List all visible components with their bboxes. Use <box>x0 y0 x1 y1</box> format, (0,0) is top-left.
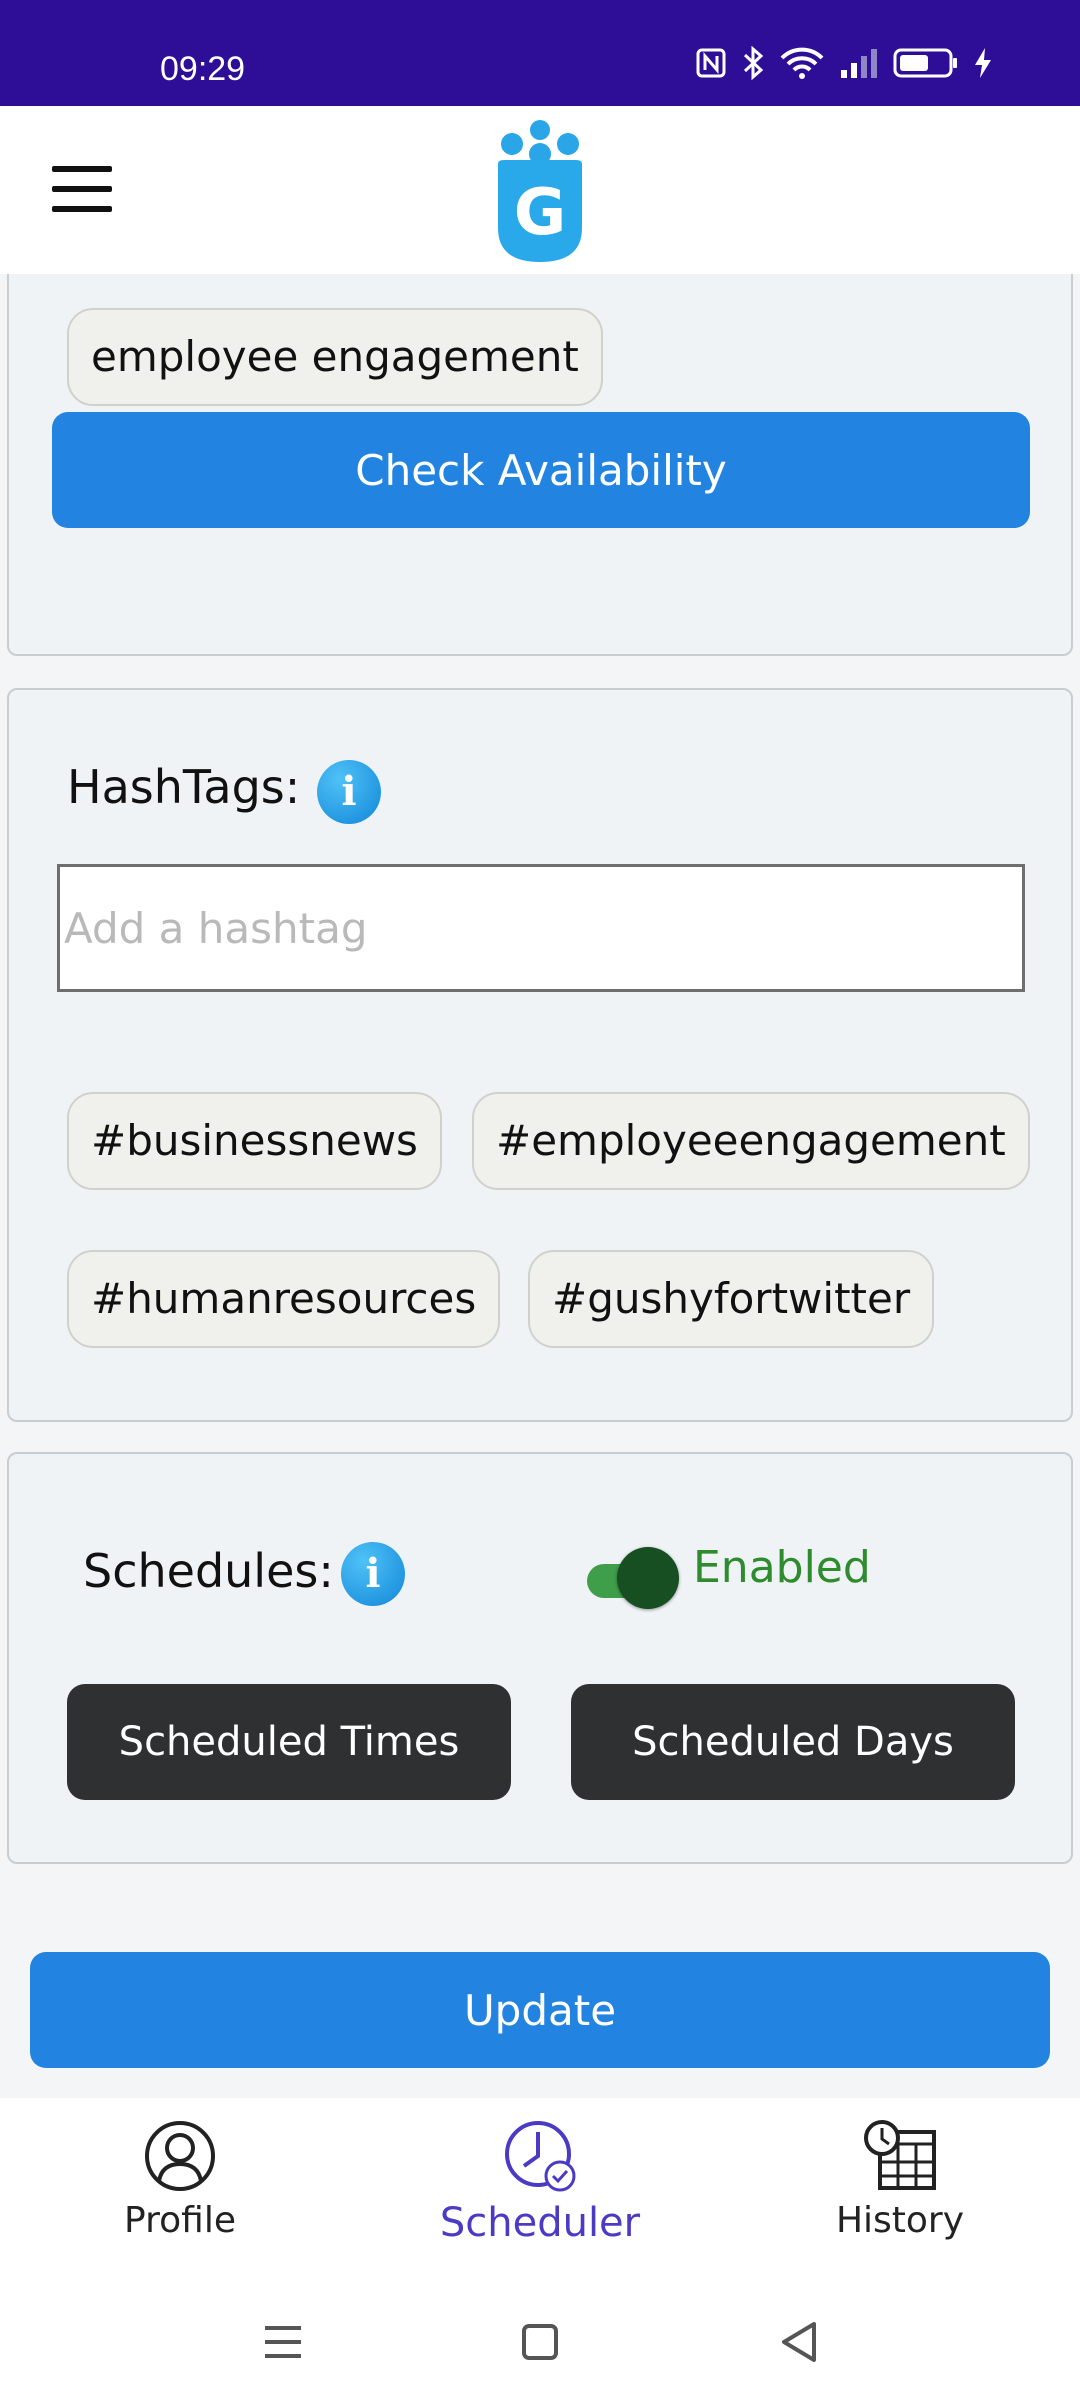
battery-icon <box>893 48 957 78</box>
nav-label-profile: Profile <box>124 2200 236 2241</box>
scheduled-times-button[interactable]: Scheduled Times <box>67 1684 511 1800</box>
nav-profile[interactable]: Profile <box>50 2118 310 2268</box>
status-bar: 09:29 <box>0 0 1080 106</box>
hashtag-input[interactable] <box>57 864 1025 992</box>
hashtag-chip[interactable]: #employeeengagement <box>472 1092 1030 1190</box>
toggle-knob <box>617 1547 679 1609</box>
logo-letter: G <box>514 176 567 250</box>
scheduler-clock-icon <box>505 2121 576 2192</box>
update-button[interactable]: Update <box>30 1952 1050 2068</box>
system-nav-bar <box>0 2282 1080 2400</box>
keyword-chip[interactable]: employee engagement <box>67 308 603 406</box>
main-content[interactable]: employee engagement Check Availability H… <box>0 274 1080 2098</box>
hashtags-label: HashTags: <box>67 760 301 814</box>
home-square-icon[interactable] <box>510 2312 570 2372</box>
nav-label-history: History <box>835 2200 965 2241</box>
hashtags-info-icon[interactable]: i <box>317 760 381 824</box>
schedules-label: Schedules: <box>83 1544 334 1598</box>
app-logo: G <box>498 120 582 262</box>
hashtags-card: HashTags: i #businessnews #employeeengag… <box>7 688 1073 1422</box>
hashtag-chip[interactable]: #humanresources <box>67 1250 501 1348</box>
nav-label-scheduler: Scheduler <box>439 2200 641 2246</box>
bluetooth-icon <box>743 46 764 80</box>
nav-scheduler[interactable]: Scheduler <box>410 2118 670 2268</box>
history-calendar-icon <box>864 2120 936 2190</box>
wifi-icon <box>780 47 824 79</box>
bottom-nav: Profile Scheduler History <box>0 2098 1080 2282</box>
back-triangle-icon[interactable] <box>770 2312 830 2372</box>
schedules-card: Schedules: i Enabled Scheduled Times Sch… <box>7 1452 1073 1864</box>
app-header: G <box>0 106 1080 274</box>
nav-history[interactable]: History <box>770 2118 1030 2268</box>
signal-icon <box>841 49 877 78</box>
profile-icon <box>145 2121 215 2191</box>
hashtag-chip[interactable]: #businessnews <box>67 1092 442 1190</box>
hashtag-chip[interactable]: #gushyfortwitter <box>528 1250 935 1348</box>
status-time: 09:29 <box>160 50 246 88</box>
hamburger-menu-icon[interactable] <box>52 166 112 212</box>
charging-icon <box>975 48 991 78</box>
schedules-info-icon[interactable]: i <box>341 1542 405 1606</box>
nfc-icon <box>696 48 726 78</box>
scheduled-days-button[interactable]: Scheduled Days <box>571 1684 1015 1800</box>
keywords-card: employee engagement Check Availability <box>7 274 1073 656</box>
status-icons <box>695 46 993 80</box>
recents-menu-icon[interactable] <box>253 2312 313 2372</box>
toggle-status-label: Enabled <box>693 1542 871 1593</box>
check-availability-button[interactable]: Check Availability <box>52 412 1030 528</box>
schedules-toggle[interactable] <box>577 1542 679 1612</box>
